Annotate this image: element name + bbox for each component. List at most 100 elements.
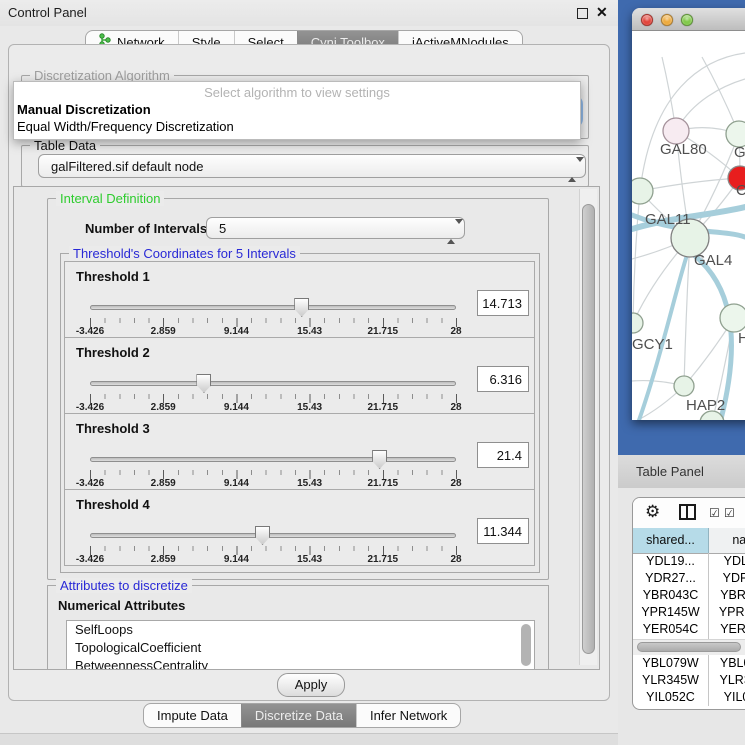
- threshold-slider[interactable]: [90, 374, 457, 395]
- tick-label: 21.715: [368, 326, 399, 337]
- gear-icon[interactable]: ⚙: [645, 502, 660, 522]
- numerical-attributes-list[interactable]: SelfLoopsTopologicalCoefficientBetweenne…: [66, 620, 535, 670]
- attributes-group-title: Attributes to discretize: [56, 578, 192, 593]
- table-row[interactable]: YDR27...YDR27...: [633, 570, 745, 587]
- threshold-slider[interactable]: [90, 450, 457, 471]
- node-hap2[interactable]: [674, 376, 694, 396]
- close-icon[interactable]: ✕: [596, 4, 608, 21]
- table-hscrollbar-thumb[interactable]: [637, 642, 741, 652]
- apply-button[interactable]: Apply: [277, 673, 345, 697]
- number-of-intervals-label: Number of Intervals: [85, 221, 207, 236]
- table-panel-titlebar: Table Panel: [618, 455, 745, 489]
- threshold-label: Threshold 3: [76, 421, 150, 436]
- zoom-traffic-light[interactable]: [681, 14, 693, 26]
- attribute-item-topologicalcoefficient[interactable]: TopologicalCoefficient: [67, 639, 534, 657]
- node-gcy1[interactable]: [632, 313, 643, 333]
- threshold-slider[interactable]: [90, 298, 457, 319]
- tab-label-impute-data: Impute Data: [157, 704, 228, 727]
- cell-name: YIL052C: [709, 689, 745, 706]
- node-gal11[interactable]: [632, 178, 653, 204]
- slider-thumb[interactable]: [372, 450, 387, 469]
- node-right-mid[interactable]: [720, 304, 745, 332]
- threshold-value-field[interactable]: 21.4: [477, 442, 529, 468]
- spinner-arrows-icon[interactable]: [447, 221, 456, 237]
- tab-label-infer-network: Infer Network: [370, 704, 447, 727]
- interval-definition-title: Interval Definition: [56, 191, 164, 206]
- number-of-intervals-value: 5: [219, 221, 226, 236]
- table-row[interactable]: YLR345WYLR345W: [633, 672, 745, 689]
- tick-label: 9.144: [224, 326, 249, 337]
- network-canvas[interactable]: GAL80GACGAL11GAL4GCY1HHAP2: [632, 31, 745, 420]
- table-row[interactable]: YBR043CYBR043C: [633, 587, 745, 604]
- attribute-item-selfloops[interactable]: SelfLoops: [67, 621, 534, 639]
- algorithm-popup-options: Manual DiscretizationEqual Width/Frequen…: [14, 101, 580, 135]
- cell-shared-name: YBL079W: [633, 655, 709, 672]
- cell-name: YBL079W: [709, 655, 745, 672]
- table-body: YDL19...YDL19...YDR27...YDR27...YBR043CY…: [633, 553, 745, 710]
- attributes-list-scrollbar[interactable]: [521, 624, 531, 666]
- threshold-value-field[interactable]: 6.316: [477, 366, 529, 392]
- combo-arrows-icon[interactable]: [568, 158, 577, 174]
- threshold-value-field[interactable]: 11.344: [477, 518, 529, 544]
- tab-discretize-data[interactable]: Discretize Data: [241, 704, 356, 727]
- cell-shared-name: YDL19...: [633, 553, 709, 570]
- algorithm-dropdown-popup: Select algorithm to view settings Manual…: [13, 81, 581, 140]
- tick-label: 28: [450, 478, 461, 489]
- cell-shared-name: YDR27...: [633, 570, 709, 587]
- node-label-gal80: GAL80: [660, 141, 707, 158]
- table-horizontal-scrollbar[interactable]: [633, 639, 745, 655]
- tick-label: -3.426: [76, 554, 104, 565]
- algorithm-popup-hint: Select algorithm to view settings: [14, 82, 580, 101]
- table-data-combobox[interactable]: galFiltered.sif default node: [38, 154, 586, 178]
- table-row[interactable]: YPR145WYPR145W: [633, 604, 745, 621]
- settings-scrollbar-thumb[interactable]: [582, 204, 595, 654]
- number-of-intervals-spinner[interactable]: 5: [206, 217, 465, 239]
- close-traffic-light[interactable]: [641, 14, 653, 26]
- algorithm-option-manual-discretization[interactable]: Manual Discretization: [14, 101, 580, 118]
- tick-label: 9.144: [224, 478, 249, 489]
- threshold-label: Threshold 1: [76, 269, 150, 284]
- tick-label: 21.715: [368, 402, 399, 413]
- tick-label: 21.715: [368, 478, 399, 489]
- column-split-icon[interactable]: [679, 504, 696, 520]
- table-panel-title: Table Panel: [636, 464, 704, 479]
- tick-label: -3.426: [76, 478, 104, 489]
- cell-shared-name: YPR145W: [633, 604, 709, 621]
- table-row[interactable]: YDL19...YDL19...: [633, 553, 745, 570]
- minimize-traffic-light[interactable]: [661, 14, 673, 26]
- tab-infer-network[interactable]: Infer Network: [356, 704, 460, 727]
- threshold-label: Threshold 4: [76, 497, 150, 512]
- float-window-icon[interactable]: [577, 8, 588, 19]
- table-row[interactable]: YIL052CYIL052C: [633, 689, 745, 706]
- tick-label: 21.715: [368, 554, 399, 565]
- tick-label: 2.859: [151, 478, 176, 489]
- threshold-coordinates-title: Threshold's Coordinates for 5 Intervals: [69, 246, 300, 261]
- column-header-name[interactable]: name: [709, 528, 745, 553]
- table-row[interactable]: YBL079WYBL079W: [633, 655, 745, 672]
- column-header-shared-name[interactable]: shared...: [633, 528, 709, 553]
- network-thick-edge[interactable]: [694, 255, 731, 420]
- tick-label: 15.43: [297, 478, 322, 489]
- checkbox-icon[interactable]: ☑: [709, 506, 720, 520]
- slider-thumb[interactable]: [294, 298, 309, 317]
- algorithm-option-equal-width-frequency-discretization[interactable]: Equal Width/Frequency Discretization: [14, 118, 580, 135]
- node-label-ga: GA: [734, 144, 745, 161]
- table-row[interactable]: YER054CYER054C: [633, 621, 745, 638]
- slider-track: [90, 381, 456, 386]
- table-panel-area: ⚙ ☑ ☑ shared... name YDL19...YDL19...YDR…: [618, 488, 745, 745]
- desktop-background: GAL80GACGAL11GAL4GCY1HHAP2: [618, 0, 745, 455]
- tab-impute-data[interactable]: Impute Data: [144, 704, 241, 727]
- settings-vertical-scrollbar[interactable]: [579, 189, 597, 665]
- threshold-slider[interactable]: [90, 526, 457, 547]
- checkbox-icon[interactable]: ☑: [724, 506, 735, 520]
- slider-thumb[interactable]: [255, 526, 270, 545]
- attribute-item-betweennesscentrality[interactable]: BetweennessCentrality: [67, 657, 534, 670]
- network-window-titlebar[interactable]: [632, 8, 745, 31]
- slider-thumb[interactable]: [196, 374, 211, 393]
- threshold-panel-1: Threshold 1-3.4262.8599.14415.4321.71528…: [64, 261, 535, 338]
- threshold-value-field[interactable]: 14.713: [477, 290, 529, 316]
- network-edge[interactable]: [640, 53, 745, 191]
- cell-name: YDL19...: [709, 553, 745, 570]
- network-edge[interactable]: [640, 178, 740, 191]
- panel-footer-strip: [0, 733, 618, 745]
